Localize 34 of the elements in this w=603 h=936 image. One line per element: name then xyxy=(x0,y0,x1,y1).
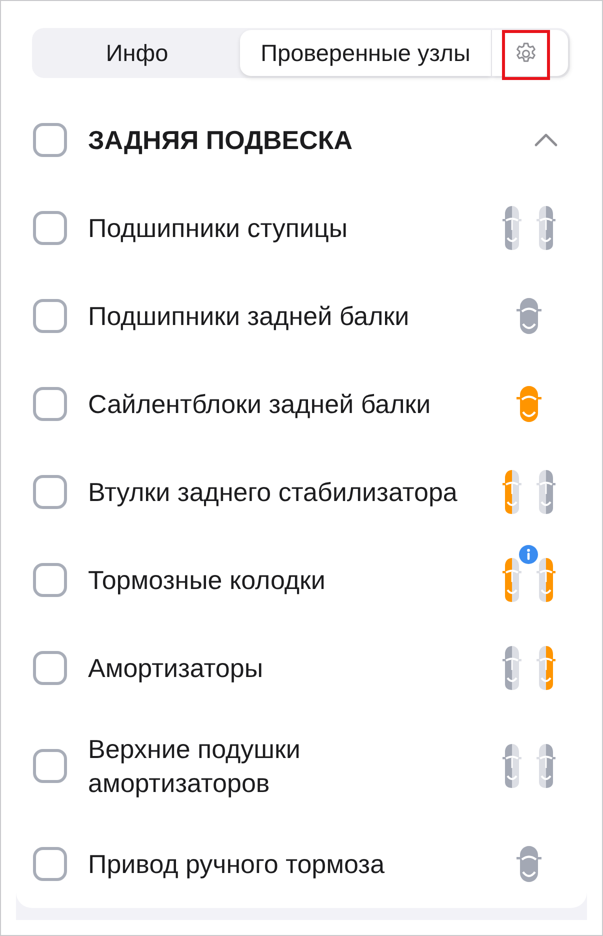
item-label: Сайлентблоки задней балки xyxy=(88,388,432,421)
item-label: Тормозные колодки xyxy=(88,564,326,597)
item-label: Подшипники ступицы xyxy=(88,212,349,245)
checkbox[interactable] xyxy=(33,563,67,597)
checkbox[interactable] xyxy=(33,749,67,783)
checkbox[interactable] xyxy=(33,475,67,509)
car-top-view-icon xyxy=(536,743,556,789)
item-label: Привод ручного тормоза xyxy=(88,848,386,881)
car-top-view-icon xyxy=(516,297,542,335)
checkbox[interactable] xyxy=(33,651,67,685)
checkbox[interactable] xyxy=(33,387,67,421)
item-label: Амортизаторы xyxy=(88,652,264,685)
car-top-view-icon xyxy=(516,845,542,883)
car-top-view-icon xyxy=(536,645,556,691)
chevron-up-icon[interactable] xyxy=(534,133,558,147)
checkbox[interactable] xyxy=(33,847,67,881)
car-top-view-icon xyxy=(536,469,556,515)
car-top-view-icon xyxy=(502,645,522,691)
tab[interactable]: Инфо xyxy=(34,30,240,76)
checkbox[interactable] xyxy=(33,299,67,333)
car-top-view-icon xyxy=(502,557,522,603)
car-top-view-icon xyxy=(536,557,556,603)
car-top-view-icon xyxy=(502,205,522,251)
car-top-view-icon xyxy=(516,385,542,423)
section-title: ЗАДНЯЯ ПОДВЕСКА xyxy=(88,124,354,157)
tab[interactable]: Проверенные узлы xyxy=(240,30,491,76)
item-label: Подшипники задней балки xyxy=(88,300,410,333)
item-label: Верхние подушки амортизаторов xyxy=(88,733,302,800)
car-top-view-icon xyxy=(502,469,522,515)
car-top-view-icon xyxy=(536,205,556,251)
checkbox[interactable] xyxy=(33,211,67,245)
item-label: Втулки заднего стабилизатора xyxy=(88,476,458,509)
checkbox[interactable] xyxy=(33,123,67,157)
car-top-view-icon xyxy=(502,743,522,789)
